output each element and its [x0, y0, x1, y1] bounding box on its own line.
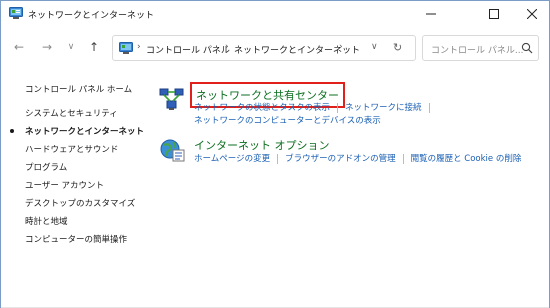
control-panel-window: ネットワークとインターネット ← → ∨ ↑ › コントロール パネル › ネッ… — [0, 0, 550, 308]
chevron-down-icon: ∨ — [67, 42, 75, 52]
breadcrumb-separator[interactable]: › — [339, 42, 343, 52]
maximize-icon — [489, 9, 499, 19]
recent-locations-button[interactable]: ∨ — [63, 39, 79, 55]
sidebar-item-network-internet[interactable]: ネットワークとインターネット — [25, 125, 144, 137]
sidebar: コントロール パネル ホーム システムとセキュリティ ネットワークとインターネッ… — [1, 65, 151, 307]
minimize-icon — [426, 13, 436, 15]
task-view-network-computers-link[interactable]: ネットワークのコンピューターとデバイスの表示 — [194, 116, 381, 126]
close-icon — [527, 9, 537, 19]
task-row: ホームページの変更 ブラウザーのアドオンの管理 閲覧の履歴と Cookie の削除 — [194, 152, 521, 164]
up-button[interactable]: ↑ — [86, 39, 102, 55]
task-divider — [428, 102, 430, 113]
sidebar-item-programs[interactable]: プログラム — [25, 161, 67, 173]
sidebar-item-user-accounts[interactable]: ユーザー アカウント — [25, 179, 104, 191]
address-dropdown-icon[interactable]: ∨ — [371, 42, 378, 52]
task-connect-network-link[interactable]: ネットワークに接続 — [345, 103, 422, 113]
minimize-button[interactable] — [414, 1, 448, 27]
sidebar-item-ease-of-access[interactable]: コンピューターの簡単操作 — [25, 233, 127, 245]
task-change-homepage-link[interactable]: ホームページの変更 — [194, 154, 270, 164]
back-button[interactable]: ← — [11, 39, 27, 55]
breadcrumb-separator[interactable]: › — [137, 42, 141, 52]
internet-options-link[interactable]: インターネット オプション — [194, 137, 330, 153]
search-icon[interactable] — [521, 42, 533, 54]
content-area: コントロール パネル ホーム システムとセキュリティ ネットワークとインターネッ… — [1, 65, 549, 308]
sidebar-item-system-security[interactable]: システムとセキュリティ — [25, 107, 118, 119]
search-box[interactable]: コントロール パネル... — [422, 35, 539, 61]
task-row: ネットワークの状態とタスクの表示 ネットワークに接続 — [194, 101, 437, 113]
sidebar-item-clock-region[interactable]: 時計と地域 — [25, 215, 68, 227]
navigation-bar: ← → ∨ ↑ › コントロール パネル › ネットワークとインターネット › … — [1, 31, 549, 65]
refresh-icon[interactable]: ↻ — [393, 41, 402, 54]
task-view-network-status-link[interactable]: ネットワークの状態とタスクの表示 — [194, 103, 330, 113]
task-divider — [337, 102, 339, 113]
control-panel-location-icon — [119, 42, 133, 54]
back-arrow-icon: ← — [13, 40, 25, 54]
maximize-button[interactable] — [477, 1, 511, 27]
active-item-bullet — [10, 129, 14, 133]
forward-button[interactable]: → — [39, 39, 55, 55]
up-arrow-icon: ↑ — [88, 40, 100, 54]
forward-arrow-icon: → — [41, 40, 53, 54]
network-center-icon — [159, 88, 184, 110]
task-manage-addons-link[interactable]: ブラウザーのアドオンの管理 — [285, 154, 396, 164]
breadcrumb-control-panel[interactable]: コントロール パネル — [146, 43, 230, 56]
close-button[interactable] — [515, 1, 549, 27]
control-panel-app-icon — [9, 7, 23, 19]
breadcrumb-separator[interactable]: › — [225, 42, 229, 52]
task-divider — [402, 153, 404, 164]
title-bar: ネットワークとインターネット — [1, 1, 549, 27]
sidebar-item-control-panel-home[interactable]: コントロール パネル ホーム — [25, 83, 132, 95]
task-delete-history-link[interactable]: 閲覧の履歴と Cookie の削除 — [411, 154, 522, 164]
sidebar-item-hardware-sound[interactable]: ハードウェアとサウンド — [25, 143, 118, 155]
internet-options-icon — [160, 139, 185, 162]
search-placeholder: コントロール パネル... — [431, 46, 524, 56]
address-bar[interactable]: › コントロール パネル › ネットワークとインターネット › ∨ ↻ — [112, 35, 416, 61]
task-row: ネットワークのコンピューターとデバイスの表示 — [194, 114, 381, 126]
sidebar-item-desktop-customization[interactable]: デスクトップのカスタマイズ — [25, 197, 135, 209]
window-title: ネットワークとインターネット — [28, 11, 155, 21]
task-divider — [277, 153, 279, 164]
